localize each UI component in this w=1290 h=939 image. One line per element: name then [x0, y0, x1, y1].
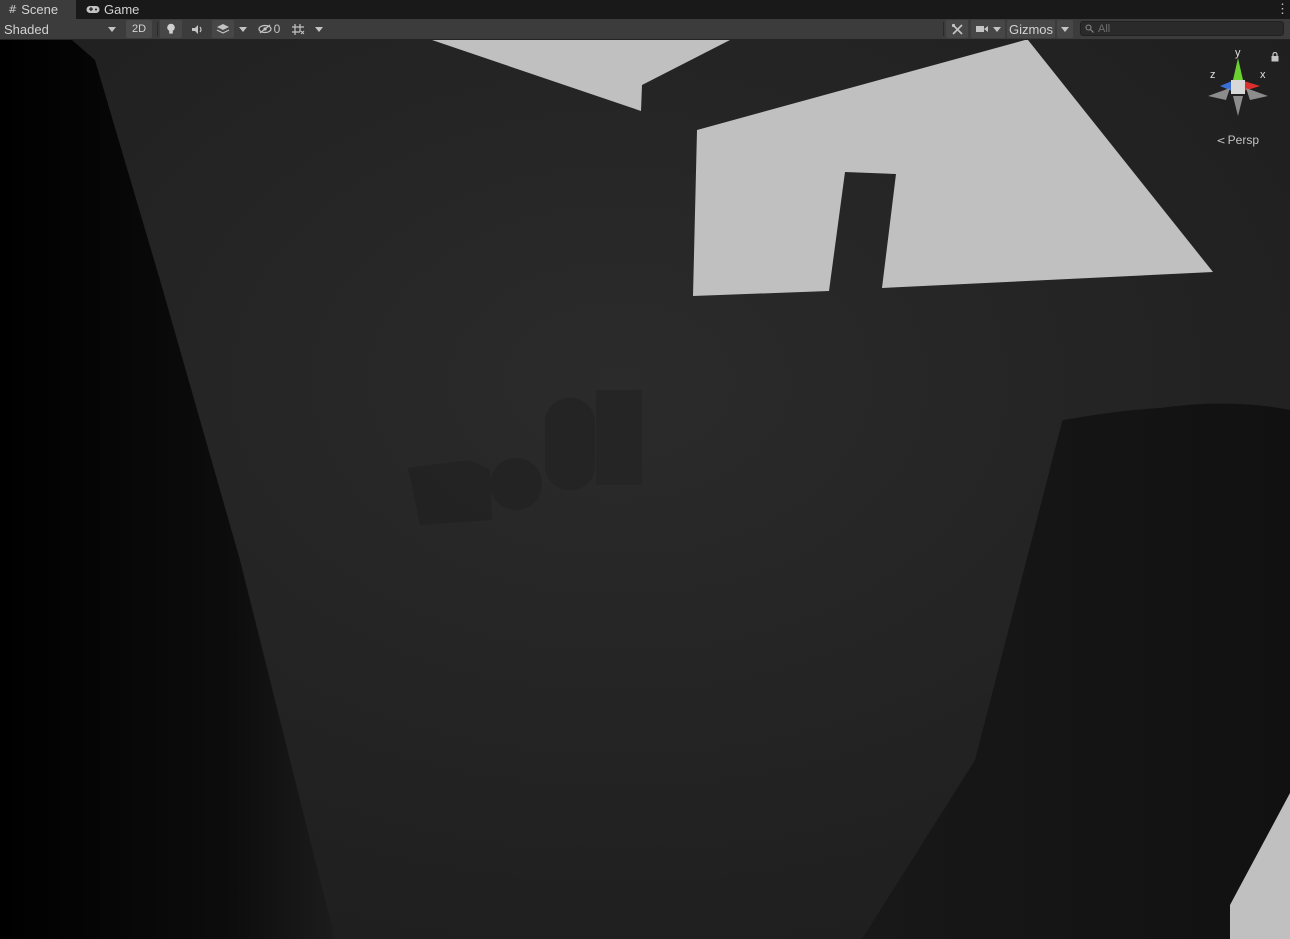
tab-game[interactable]: Game	[78, 0, 150, 19]
gamepad-icon	[86, 6, 100, 13]
hidden-eye-icon	[258, 24, 272, 34]
search-placeholder: All	[1098, 22, 1111, 35]
axis-label-x: x	[1260, 69, 1266, 81]
gizmos-button[interactable]: Gizmos	[1007, 20, 1055, 38]
neg-y-cone	[1233, 96, 1243, 116]
tab-scene-label: Scene	[21, 2, 59, 17]
projection-label: Persp	[1227, 133, 1259, 147]
camera-icon	[976, 26, 988, 32]
layers-effects-icon	[216, 24, 230, 34]
lock-icon[interactable]	[1271, 52, 1279, 62]
search-field[interactable]: All	[1080, 21, 1284, 36]
chevron-down-icon	[1061, 26, 1069, 32]
toggle-2d-button[interactable]: 2D	[126, 20, 152, 38]
draw-mode-value: Shaded	[4, 21, 49, 37]
scene-render	[0, 40, 1290, 939]
scene-viewport[interactable]: y z x < Persp	[0, 40, 1290, 939]
lightbulb-icon	[167, 23, 175, 34]
window-tab-bar: # Scene Game ⋮	[0, 0, 1290, 19]
effects-dropdown[interactable]	[236, 20, 250, 38]
search-icon	[1085, 24, 1094, 33]
draw-mode-dropdown[interactable]: Shaded	[0, 20, 122, 38]
chevron-down-icon	[993, 26, 1001, 32]
axis-label-y: y	[1235, 47, 1241, 59]
hidden-objects-count: 0	[273, 22, 281, 36]
audio-toggle-button[interactable]	[186, 20, 208, 38]
projection-toggle[interactable]: < Persp	[1216, 133, 1259, 147]
scene-visibility-toggle[interactable]: 0	[254, 20, 284, 38]
camera-settings-button[interactable]	[971, 20, 1005, 38]
y-axis-cone	[1233, 58, 1243, 80]
orientation-gizmo[interactable]: y z x	[1206, 46, 1270, 118]
chevron-down-icon	[315, 26, 323, 32]
effects-toggle-button[interactable]	[212, 20, 234, 38]
perspective-icon: <	[1216, 133, 1226, 147]
tools-button[interactable]	[946, 20, 968, 38]
toolbar-divider	[157, 22, 158, 36]
scene-toolbar: Shaded 2D 0 Gizmos All	[0, 19, 1290, 40]
toolbar-divider	[943, 22, 944, 36]
gizmos-label: Gizmos	[1008, 21, 1054, 37]
distant-cylinder	[596, 390, 642, 485]
lighting-toggle-button[interactable]	[160, 20, 182, 38]
grid-snap-icon	[292, 23, 305, 35]
distant-capsule	[545, 398, 595, 490]
axis-label-z: z	[1210, 69, 1216, 81]
neg-x-cone	[1246, 88, 1268, 100]
gizmos-dropdown[interactable]	[1057, 20, 1073, 38]
center-cube	[1231, 80, 1245, 94]
tools-icon	[951, 23, 963, 35]
distant-box	[408, 460, 492, 525]
grid-toggle-button[interactable]	[288, 20, 308, 38]
chevron-down-icon	[239, 26, 247, 32]
x-axis-cone	[1244, 81, 1260, 91]
neg-z-cone	[1208, 88, 1230, 100]
distant-sphere	[490, 458, 542, 510]
grid-dropdown[interactable]	[312, 20, 326, 38]
speaker-icon	[191, 24, 202, 34]
chevron-down-icon	[108, 26, 116, 32]
tab-game-label: Game	[104, 2, 140, 17]
tab-scene[interactable]: # Scene	[0, 0, 76, 19]
grid-icon: #	[8, 3, 18, 16]
more-options-icon[interactable]: ⋮	[1276, 2, 1289, 16]
